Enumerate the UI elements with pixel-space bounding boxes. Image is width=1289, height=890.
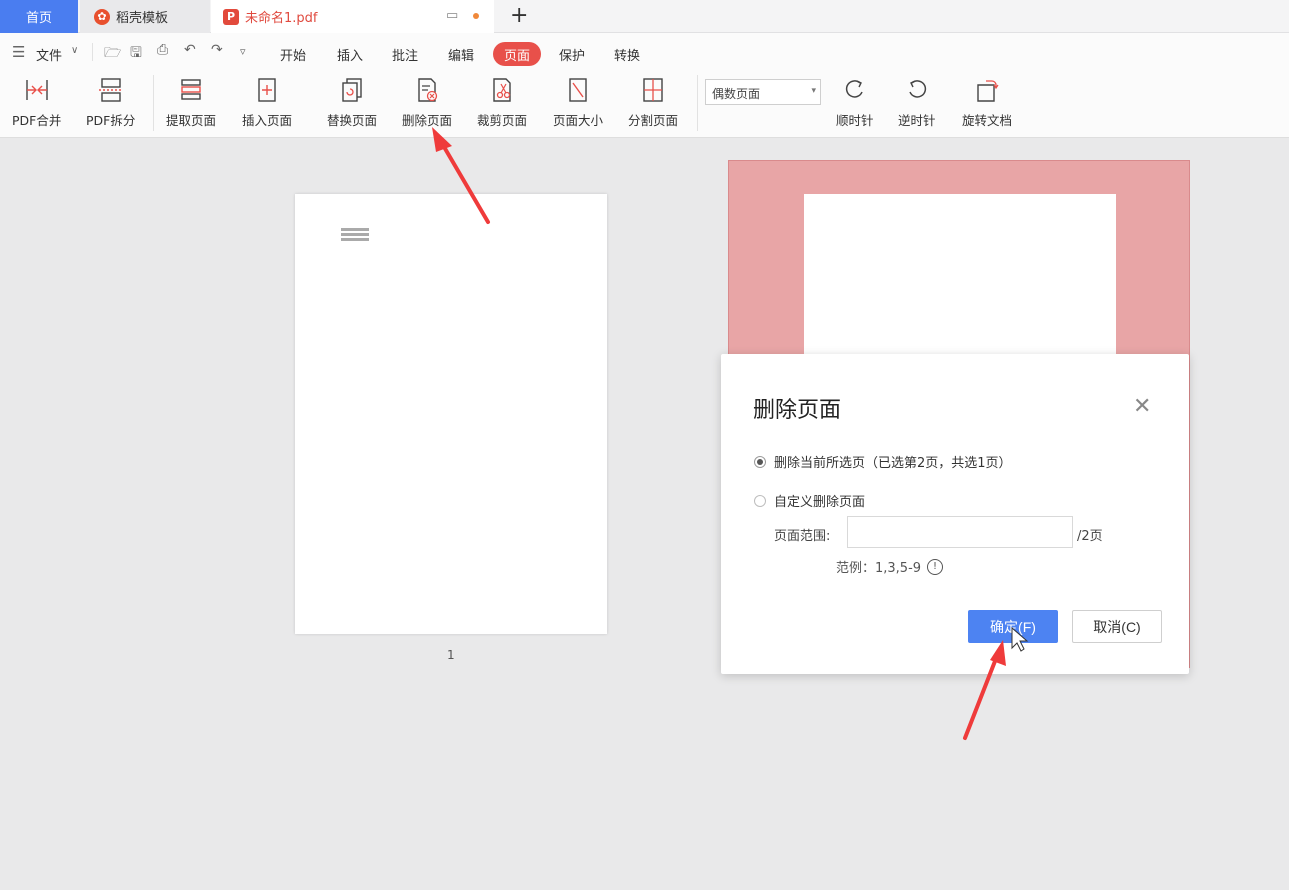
menu-file[interactable]: 文件 bbox=[36, 45, 62, 64]
menu-insert[interactable]: 插入 bbox=[337, 45, 363, 64]
extract-page-button[interactable]: 提取页面 bbox=[166, 75, 216, 129]
chevron-down-icon: ▾ bbox=[811, 86, 816, 96]
crop-page-label: 裁剪页面 bbox=[477, 113, 528, 128]
menu-start[interactable]: 开始 bbox=[280, 45, 306, 64]
tab-bar: 首页 ✿ 稻壳模板 P 未命名1.pdf ▭ + bbox=[0, 0, 1289, 33]
split-page-icon bbox=[638, 75, 668, 105]
tab-templates[interactable]: ✿ 稻壳模板 bbox=[80, 0, 210, 33]
pdf-split-button[interactable]: PDF拆分 bbox=[86, 75, 135, 129]
split-page-button[interactable]: 分割页面 bbox=[628, 75, 678, 129]
rotate-clockwise-icon bbox=[840, 75, 870, 105]
rotate-clockwise-label: 顺时针 bbox=[836, 113, 874, 128]
delete-page-button[interactable]: 删除页面 bbox=[402, 75, 452, 129]
menu-page-active[interactable]: 页面 bbox=[493, 42, 541, 66]
new-tab-plus-icon[interactable]: + bbox=[510, 3, 528, 28]
undo-icon[interactable]: ↶ bbox=[184, 42, 196, 58]
rotate-document-label: 旋转文档 bbox=[962, 113, 1013, 128]
page-size-button[interactable]: 页面大小 bbox=[553, 75, 603, 129]
page-range-input[interactable] bbox=[847, 516, 1073, 548]
close-icon[interactable]: ✕ bbox=[1133, 394, 1151, 419]
replace-page-label: 替换页面 bbox=[327, 113, 378, 128]
quick-access-dropdown-icon[interactable]: ▿ bbox=[240, 45, 246, 58]
page-thumbnail-1[interactable] bbox=[295, 194, 607, 634]
replace-page-button[interactable]: 替换页面 bbox=[327, 75, 377, 129]
radio-custom-delete[interactable]: 自定义删除页面 bbox=[754, 491, 865, 510]
rotate-counterclockwise-label: 逆时针 bbox=[898, 113, 936, 128]
screen-icon[interactable]: ▭ bbox=[446, 8, 458, 23]
open-folder-icon[interactable]: 🗁 bbox=[104, 42, 121, 66]
replace-page-icon bbox=[337, 75, 367, 105]
rotate-document-icon bbox=[972, 75, 1002, 105]
page-total-label: /2页 bbox=[1077, 529, 1103, 544]
divider bbox=[697, 75, 698, 131]
save-icon[interactable]: 🖫 bbox=[130, 42, 142, 66]
rotate-document-button[interactable]: 旋转文档 bbox=[962, 75, 1012, 129]
tab-templates-label: 稻壳模板 bbox=[116, 11, 169, 26]
rotate-counterclockwise-icon bbox=[902, 75, 932, 105]
extract-page-label: 提取页面 bbox=[166, 113, 217, 128]
page-size-label: 页面大小 bbox=[553, 113, 604, 128]
chevron-down-icon[interactable]: ∨ bbox=[71, 45, 78, 56]
cancel-button[interactable]: 取消(C) bbox=[1072, 610, 1162, 643]
scissors-icon bbox=[487, 75, 517, 105]
insert-page-icon bbox=[252, 75, 282, 105]
merge-icon bbox=[22, 75, 52, 105]
insert-page-label: 插入页面 bbox=[242, 113, 293, 128]
rotate-clockwise-button[interactable]: 顺时针 bbox=[836, 75, 874, 129]
page-range-label: 页面范围: bbox=[774, 529, 831, 544]
tab-home-label: 首页 bbox=[25, 11, 52, 26]
split-icon bbox=[96, 75, 126, 105]
tab-home[interactable]: 首页 bbox=[0, 0, 78, 33]
print-icon[interactable]: ⎙ bbox=[157, 42, 168, 58]
info-icon[interactable]: ! bbox=[927, 558, 944, 575]
menu-annotate[interactable]: 批注 bbox=[392, 45, 418, 64]
divider bbox=[153, 75, 154, 131]
crop-page-button[interactable]: 裁剪页面 bbox=[477, 75, 527, 129]
radio-custom-delete-label: 自定义删除页面 bbox=[774, 495, 866, 510]
pdf-split-label: PDF拆分 bbox=[86, 113, 136, 128]
extract-icon bbox=[176, 75, 206, 105]
page-size-icon bbox=[563, 75, 593, 105]
pdf-merge-label: PDF合并 bbox=[12, 113, 62, 128]
rotate-counterclockwise-button[interactable]: 逆时针 bbox=[898, 75, 936, 129]
dialog-title: 删除页面 bbox=[753, 398, 842, 423]
pdf-merge-button[interactable]: PDF合并 bbox=[12, 75, 61, 129]
insert-page-button[interactable]: 插入页面 bbox=[242, 75, 292, 129]
split-page-label: 分割页面 bbox=[628, 113, 679, 128]
flame-icon: ✿ bbox=[94, 8, 110, 25]
radio-checked-icon bbox=[754, 455, 766, 468]
page-select-value: 偶数页面 bbox=[712, 87, 761, 101]
pdf-icon: P bbox=[223, 8, 239, 25]
delete-page-icon bbox=[412, 75, 442, 105]
menu-bar: ☰ 文件 ∨ 🗁 🖫 ⎙ ↶ ↷ ▿ 开始 插入 批注 编辑 页面 保护 转换 bbox=[0, 33, 1289, 71]
radio-delete-current[interactable]: 删除当前所选页（已选第2页，共选1页） bbox=[754, 452, 1012, 471]
range-example: 范例：1,3,5-9 ! bbox=[836, 557, 944, 576]
range-example-text: 范例：1,3,5-9 bbox=[836, 561, 922, 576]
menu-convert[interactable]: 转换 bbox=[614, 45, 640, 64]
hamburger-icon[interactable]: ☰ bbox=[12, 43, 25, 61]
menu-protect[interactable]: 保护 bbox=[559, 45, 585, 64]
page-1-content-preview bbox=[341, 228, 381, 241]
page-number-label: 1 bbox=[447, 648, 455, 662]
radio-unchecked-icon bbox=[754, 494, 766, 507]
ribbon-toolbar: PDF合并 PDF拆分 提取页面 插入页面 替换页面 删除页面 裁剪页面 页面大… bbox=[0, 71, 1289, 138]
unsaved-dot-icon bbox=[473, 13, 479, 19]
tab-document-label: 未命名1.pdf bbox=[245, 11, 318, 26]
delete-page-label: 删除页面 bbox=[402, 113, 453, 128]
divider bbox=[92, 43, 93, 61]
confirm-button[interactable]: 确定(F) bbox=[968, 610, 1058, 643]
redo-icon[interactable]: ↷ bbox=[211, 42, 223, 58]
radio-delete-current-label: 删除当前所选页（已选第2页，共选1页） bbox=[774, 456, 1012, 471]
delete-page-dialog: 删除页面 ✕ 删除当前所选页（已选第2页，共选1页） 自定义删除页面 页面范围:… bbox=[721, 354, 1189, 674]
page-select-dropdown[interactable]: 偶数页面 ▾ bbox=[705, 79, 821, 105]
menu-edit[interactable]: 编辑 bbox=[448, 45, 474, 64]
